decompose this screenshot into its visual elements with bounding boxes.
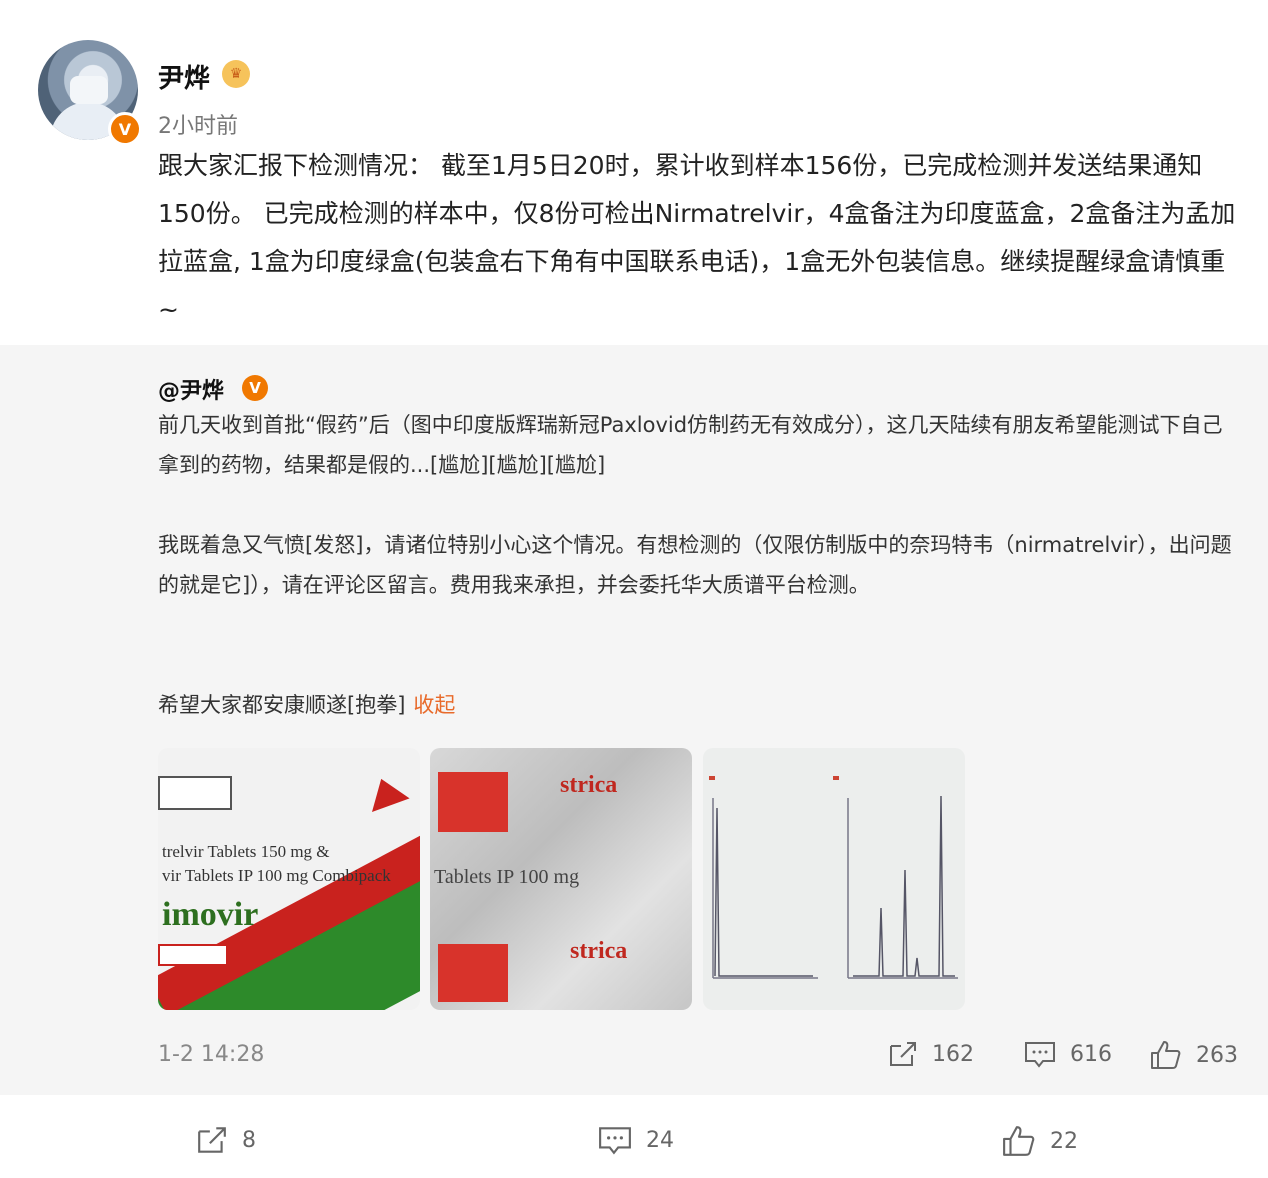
share-icon [890,1042,916,1066]
crown-icon[interactable]: ♛ [222,60,250,88]
collapse-link[interactable]: 收起 [413,693,455,717]
like-icon [1003,1126,1035,1156]
repost-like-button[interactable]: 263 [1150,1040,1238,1070]
post-text: 跟大家汇报下检测情况： 截至1月5日20时，累计收到样本156份，已完成检测并发… [158,151,1236,324]
repost-count: 162 [932,1041,974,1067]
blister-brand: strica [570,938,628,964]
footer-share-button[interactable]: 8 [196,1125,256,1155]
share-icon [198,1127,226,1153]
blister-red-strip [438,772,508,832]
box-tag [158,944,228,966]
blister-text: Tablets IP 100 mg [434,866,580,888]
box-brand-name: imovir [162,896,259,933]
footer-repost-count: 8 [242,1127,256,1153]
post-header: V 尹烨 ♛ 2小时前 跟大家汇报下检测情况： 截至1月5日20时，累计收到样本… [0,0,1268,345]
repost-card: @尹烨 V 前几天收到首批“假药”后（图中印度版辉瑞新冠Paxlovid仿制药无… [0,345,1268,1095]
footer-like-count: 22 [1050,1128,1078,1154]
footer-like-button[interactable]: 22 [1002,1125,1078,1157]
box-text-line-1: trelvir Tablets 150 mg & [162,842,330,861]
blister-brand: strica [560,772,618,798]
footer-action-bar: 8 24 22 [0,1095,1268,1178]
repost-paragraph-2: 我既着急又气愤[发怒]，请诸位特别小心这个情况。有想检测的（仅限仿制版中的奈玛特… [158,533,1232,597]
repost-author[interactable]: @尹烨 [158,373,224,405]
verified-icon: V [108,112,142,146]
repost-time[interactable]: 1-2 14:28 [158,1042,264,1067]
image-thumbnail-chromatogram[interactable] [703,748,965,1010]
post-author[interactable]: 尹烨 [158,58,210,95]
like-icon [1151,1041,1181,1069]
repost-paragraph-3: 希望大家都安康顺遂[抱拳] 收起 [158,685,1238,725]
image-thumbnail-blister[interactable]: strica strica Tablets IP 100 mg [430,748,692,1010]
logo-icon [362,772,410,812]
footer-comment-count: 24 [646,1127,674,1153]
like-count: 263 [1196,1042,1238,1068]
repost-comment-button[interactable]: 616 [1024,1040,1112,1068]
image-thumbnail-box[interactable]: trelvir Tablets 150 mg & vir Tablets IP … [158,748,420,1010]
comment-icon [1025,1042,1055,1068]
blister-red-strip [438,944,508,1002]
footer-comment-button[interactable]: 24 [598,1125,674,1155]
comment-icon [599,1127,631,1155]
box-text-line-2: vir Tablets IP 100 mg Combipack [162,866,391,885]
chromatogram-graphic [709,776,958,979]
post-time[interactable]: 2小时前 [158,108,238,140]
comment-count: 616 [1070,1041,1112,1067]
box-label [158,776,232,810]
repost-paragraph-1: 前几天收到首批“假药”后（图中印度版辉瑞新冠Paxlovid仿制药无有效成分），… [158,413,1223,477]
repost-share-button[interactable]: 162 [888,1040,974,1068]
avatar-mask [70,76,108,104]
verified-icon: V [242,375,268,401]
repost-closing-text: 希望大家都安康顺遂[抱拳] [158,693,406,717]
